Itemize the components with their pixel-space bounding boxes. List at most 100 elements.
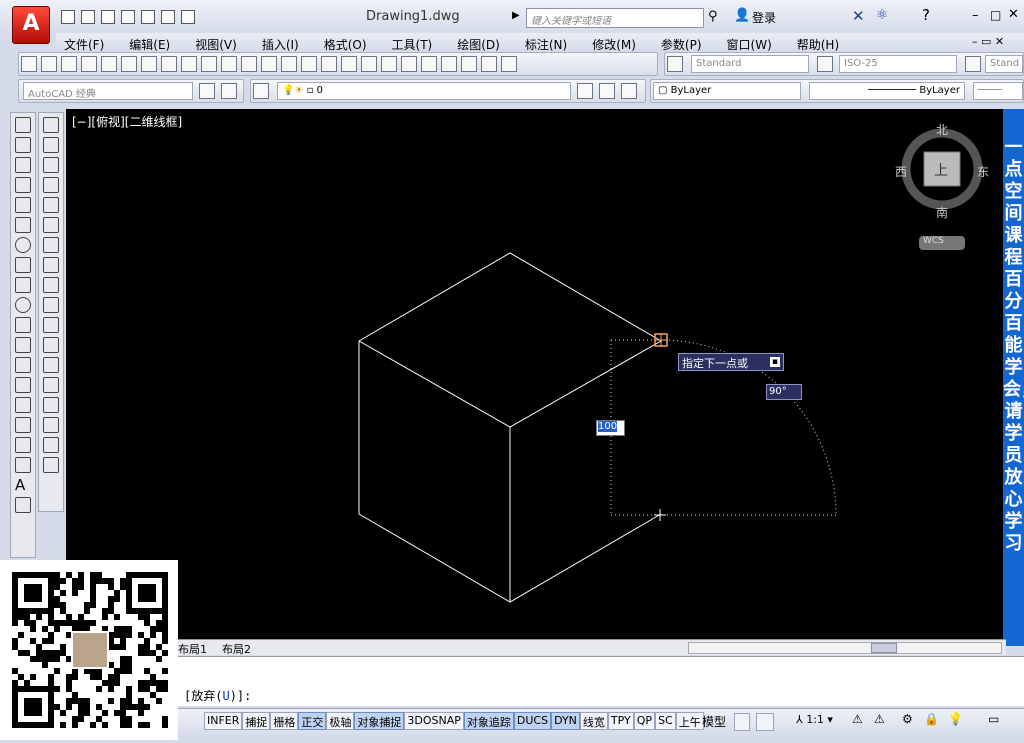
line-icon[interactable] [15, 117, 31, 133]
pan-icon[interactable] [301, 56, 317, 72]
menu-window-controls[interactable]: – ▭ ✕ [972, 35, 1004, 48]
properties-icon[interactable] [381, 56, 397, 72]
copy-object-icon[interactable] [43, 137, 59, 153]
sheet-set-icon[interactable] [441, 56, 457, 72]
status-toggle-2[interactable]: 栅格 [270, 712, 299, 730]
rotate-icon[interactable] [43, 237, 59, 253]
undo-option[interactable]: U [222, 689, 229, 703]
workspace-settings-icon[interactable] [199, 83, 215, 99]
options-icon[interactable]: ▪ [769, 357, 780, 367]
user-icon[interactable]: 👤 [734, 8, 750, 23]
layer-manager-icon[interactable] [253, 83, 269, 99]
ellipse-icon[interactable] [15, 297, 31, 313]
stretch-icon[interactable] [43, 277, 59, 293]
status-toggle-5[interactable]: 对象捕捉 [354, 712, 405, 730]
circle-icon[interactable] [15, 237, 31, 253]
command-line[interactable]: [放弃(U)]: [184, 687, 251, 704]
open-icon[interactable] [41, 56, 57, 72]
quick-view-icon[interactable] [756, 713, 774, 731]
horizontal-scrollbar[interactable] [688, 642, 1002, 654]
tab-layout2[interactable]: 布局2 [222, 641, 251, 657]
save-icon[interactable] [61, 56, 77, 72]
workspace-lock-icon[interactable] [221, 83, 237, 99]
help-icon[interactable] [501, 56, 517, 72]
undo-icon[interactable] [261, 56, 277, 72]
extend-icon[interactable] [43, 317, 59, 333]
drawing-canvas[interactable]: [−][俯视][二维线框] 北 南 东 西 上 WCS [66, 109, 1004, 639]
insert-block-icon[interactable] [15, 337, 31, 353]
copy-icon[interactable] [181, 56, 197, 72]
scale-icon[interactable] [43, 257, 59, 273]
binoculars-icon[interactable]: ⚲ [708, 9, 718, 24]
command-window[interactable]: [放弃(U)]: [176, 656, 1024, 706]
application-menu-button[interactable]: A [12, 6, 50, 44]
layer-states-icon[interactable] [621, 83, 637, 99]
mtext-icon[interactable]: A [15, 477, 31, 493]
status-toggle-14[interactable]: 上午 [675, 712, 704, 730]
annotation-scale[interactable]: ⅄ 1:1 ▾ [796, 713, 833, 726]
viewcube-south[interactable]: 南 [936, 204, 948, 221]
erase-icon[interactable] [43, 117, 59, 133]
make-block-icon[interactable] [15, 357, 31, 373]
workspace-switch-icon[interactable]: ⚙ [902, 712, 913, 726]
status-toggle-0[interactable]: INFER [204, 712, 243, 730]
print-icon[interactable] [141, 9, 155, 24]
close-icon[interactable]: ✕ [1008, 7, 1019, 22]
status-toggle-8[interactable]: DUCS [513, 712, 552, 730]
undo-icon[interactable] [161, 9, 175, 24]
status-toggle-12[interactable]: QP [633, 712, 656, 730]
table-style-select[interactable]: Stand [985, 55, 1023, 73]
rectangle-icon[interactable] [15, 197, 31, 213]
3dprint-icon[interactable] [141, 56, 157, 72]
table-style-icon[interactable] [965, 56, 981, 72]
status-toggle-10[interactable]: 线宽 [579, 712, 608, 730]
add-selected-icon[interactable] [15, 497, 31, 513]
toolbar-lock-icon[interactable]: 🔒 [924, 712, 939, 726]
spline-icon[interactable] [15, 277, 31, 293]
revcloud-icon[interactable] [15, 257, 31, 273]
tab-layout1[interactable]: 布局1 [178, 641, 207, 657]
model-space-button[interactable]: 模型 [702, 713, 726, 730]
viewcube-north[interactable]: 北 [936, 121, 948, 138]
help-icon[interactable]: ? [922, 6, 930, 24]
ellipse-arc-icon[interactable] [15, 317, 31, 333]
new-icon[interactable] [21, 56, 37, 72]
break-at-point-icon[interactable] [43, 337, 59, 353]
linetype-select[interactable]: ──────── ByLayer [809, 82, 965, 100]
design-center-icon[interactable] [401, 56, 417, 72]
table-icon[interactable] [15, 457, 31, 473]
search-arrow-icon[interactable]: ▶ [512, 10, 520, 21]
status-toggle-4[interactable]: 极轴 [326, 712, 355, 730]
text-style-select[interactable]: Standard [691, 55, 809, 73]
layer-select[interactable]: 💡☀ ▫ 0 [277, 82, 571, 100]
break-icon[interactable] [43, 357, 59, 373]
viewcube-top-face[interactable]: 上 [934, 160, 948, 180]
hatch-icon[interactable] [15, 397, 31, 413]
polyline-icon[interactable] [15, 157, 31, 173]
plot-icon[interactable] [81, 56, 97, 72]
auto-scale-icon[interactable]: ⚠ [874, 712, 885, 726]
fillet-icon[interactable] [43, 417, 59, 433]
exchange-icon[interactable]: ✕ [852, 7, 865, 25]
point-icon[interactable] [15, 377, 31, 393]
text-style-icon[interactable] [667, 56, 683, 72]
construction-line-icon[interactable] [15, 137, 31, 153]
publish-icon[interactable] [121, 56, 137, 72]
saveas-icon[interactable] [121, 9, 135, 24]
preview-icon[interactable] [101, 56, 117, 72]
chamfer-icon[interactable] [43, 397, 59, 413]
layer-previous-icon[interactable] [599, 83, 615, 99]
blend-icon[interactable] [43, 437, 59, 453]
viewcube-west[interactable]: 西 [895, 163, 907, 180]
autodesk-icon[interactable]: ⚛ [876, 7, 889, 23]
status-toggle-11[interactable]: TPY [607, 712, 634, 730]
explode-icon[interactable] [43, 457, 59, 473]
gradient-icon[interactable] [15, 417, 31, 433]
make-current-icon[interactable] [577, 83, 593, 99]
status-toggle-6[interactable]: 3DOSNAP [404, 712, 464, 730]
polygon-icon[interactable] [15, 177, 31, 193]
layout-icon[interactable] [734, 713, 750, 731]
dim-style-icon[interactable] [817, 56, 833, 72]
zoom-window-icon[interactable] [341, 56, 357, 72]
open-icon[interactable] [81, 9, 95, 24]
